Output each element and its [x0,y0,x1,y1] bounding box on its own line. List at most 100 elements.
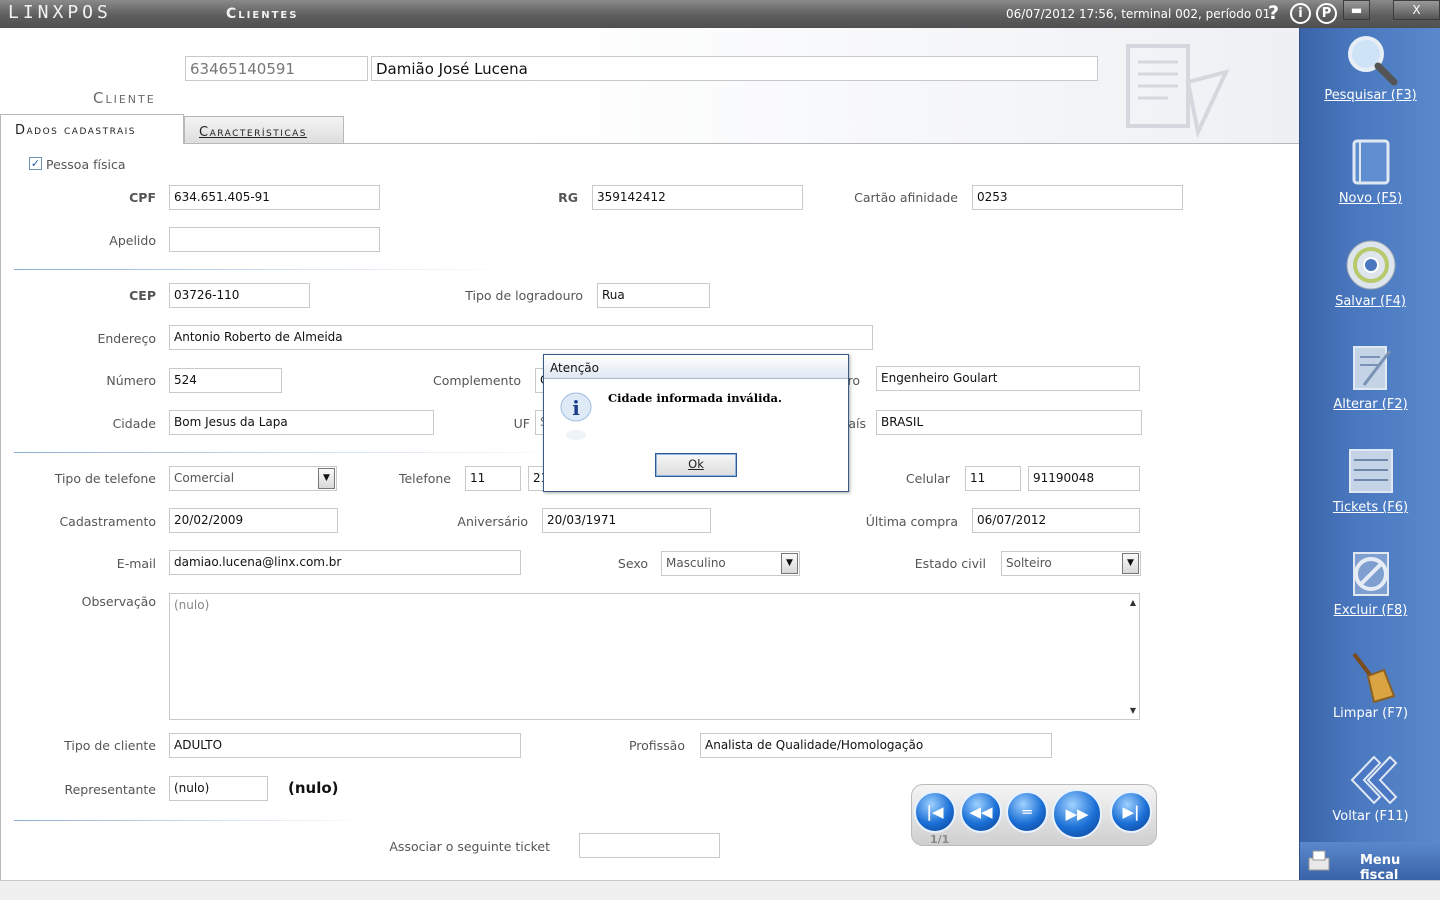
section-separator [14,820,374,821]
close-button[interactable]: X [1393,0,1440,20]
apelido-label: Apelido [109,233,156,248]
novo-button[interactable]: Novo (F5) [1300,131,1440,231]
cliente-name-field[interactable]: Damião José Lucena [371,56,1098,81]
telefone-label: Telefone [398,471,451,486]
ticket-field[interactable] [579,833,720,858]
first-record-icon[interactable]: |◀ [914,791,956,833]
ultima-compra-field[interactable]: 06/07/2012 [972,508,1140,533]
sexo-value: Masculino [666,556,726,570]
cliente-code-field[interactable]: 63465140591 [185,56,368,81]
tickets-button[interactable]: Tickets (F6) [1300,440,1440,540]
cep-field[interactable]: 03726-110 [169,283,310,308]
email-field[interactable]: damiao.lucena@linx.com.br [169,550,521,575]
pesquisar-button[interactable]: Pesquisar (F3) [1300,28,1440,128]
info-icon[interactable]: i [1290,3,1311,24]
cartao-afinidade-field[interactable]: 0253 [972,185,1183,210]
alterar-button[interactable]: Alterar (F2) [1300,337,1440,437]
record-navigation: |◀ ◀◀ ═ ▶▶ ▶| 1/1 [911,784,1157,846]
cartao-afinidade-label: Cartão afinidade [854,190,958,205]
minimize-button[interactable]: ▬ [1343,0,1370,20]
cpf-label: CPF [129,190,156,205]
bairro-field[interactable]: Engenheiro Goulart [876,366,1140,391]
profissao-field[interactable]: Analista de Qualidade/Homologação [700,733,1052,758]
equals-icon[interactable]: ═ [1006,791,1048,833]
cep-label: CEP [129,288,156,303]
telefone-ddd-field[interactable]: 11 [465,466,521,491]
rg-field[interactable]: 359142412 [592,185,803,210]
chevron-down-icon[interactable]: ▼ [318,468,335,489]
broom-icon [1352,652,1396,704]
tab-caracteristicas[interactable]: Características [184,116,344,146]
tab-dados-cadastrais[interactable]: Dados cadastrais [0,114,184,144]
pessoa-fisica-checkbox[interactable]: ✓ [29,157,42,170]
tipo-cliente-field[interactable]: ADULTO [169,733,521,758]
representante-field[interactable]: (nulo) [169,776,268,801]
pais-field[interactable]: BRASIL [876,410,1142,435]
printer-icon [1308,850,1330,871]
previous-record-icon[interactable]: ◀◀ [960,791,1002,833]
section-separator [14,269,514,270]
title-bar: LINXPOS Clientes 06/07/2012 17:56, termi… [0,0,1440,28]
action-sidebar: Pesquisar (F3) Novo (F5) Salvar (F4) Alt… [1299,28,1440,883]
menu-fiscal-button[interactable]: Menu fiscal [1300,842,1440,883]
ultima-compra-label: Última compra [865,514,958,529]
sexo-select[interactable]: Masculino ▼ [661,551,800,576]
status-strip [0,880,1440,900]
cadastramento-field[interactable]: 20/02/2009 [169,508,338,533]
menu-fiscal-label: Menu fiscal [1360,853,1401,883]
ok-button[interactable]: Ok [655,453,737,477]
aniversario-label: Aniversário [457,514,528,529]
chevron-down-icon[interactable]: ▼ [781,553,798,574]
observacao-textarea[interactable]: (nulo) ▲ ▼ [169,593,1140,720]
scroll-up-icon[interactable]: ▲ [1130,598,1136,607]
celular-label: Celular [905,471,950,486]
last-record-icon[interactable]: ▶| [1110,791,1152,833]
cidade-label: Cidade [112,416,156,431]
screen-title: Clientes [226,6,299,22]
excluir-button[interactable]: Excluir (F8) [1300,543,1440,643]
celular-ddd-field[interactable]: 11 [965,466,1021,491]
scroll-down-icon[interactable]: ▼ [1130,706,1136,715]
delete-icon [1353,552,1389,596]
limpar-label: Limpar (F7) [1332,706,1409,721]
profissao-label: Profissão [628,738,685,753]
tipo-telefone-label: Tipo de telefone [54,471,156,486]
svg-text:i: i [572,396,580,420]
ticket-label: Associar o seguinte ticket [389,839,550,854]
cidade-field[interactable]: Bom Jesus da Lapa [169,410,434,435]
voltar-button[interactable]: Voltar (F11) [1300,749,1440,849]
status-text: 06/07/2012 17:56, terminal 002, período … [1006,7,1275,21]
tipo-telefone-select[interactable]: Comercial ▼ [169,466,337,491]
tickets-label: Tickets (F6) [1332,500,1409,515]
dialog-title: Atenção [544,355,848,379]
chevron-down-icon[interactable]: ▼ [1122,553,1139,574]
rg-label: RG [558,190,578,205]
tickets-icon [1349,449,1393,493]
estado-civil-select[interactable]: Solteiro ▼ [1001,551,1141,576]
observacao-value: (nulo) [174,598,210,612]
tipo-logradouro-field[interactable]: Rua [597,283,710,308]
limpar-button[interactable]: Limpar (F7) [1300,646,1440,746]
representante-name: (nulo) [288,779,339,797]
aniversario-field[interactable]: 20/03/1971 [542,508,711,533]
next-record-icon[interactable]: ▶▶ [1052,789,1102,839]
disc-icon [1346,240,1396,290]
celular-numero-field[interactable]: 91190048 [1028,466,1140,491]
apelido-field[interactable] [169,227,380,252]
p-icon[interactable]: P [1316,3,1337,24]
alterar-label: Alterar (F2) [1333,397,1408,412]
cpf-field[interactable]: 634.651.405-91 [169,185,380,210]
uf-label: UF [513,416,530,431]
endereco-field[interactable]: Antonio Roberto de Almeida [169,325,873,350]
numero-field[interactable]: 524 [169,368,282,393]
salvar-button[interactable]: Salvar (F4) [1300,234,1440,334]
voltar-label: Voltar (F11) [1332,809,1409,824]
app-logo: LINXPOS [8,2,112,23]
complemento-label: Complemento [433,373,521,388]
dialog-message: Cidade informada inválida. [608,391,782,405]
pessoa-fisica-label: Pessoa física [46,157,126,172]
tab-divider [184,143,1299,144]
help-icon[interactable]: ? [1268,2,1279,24]
endereco-label: Endereço [97,331,156,346]
salvar-label: Salvar (F4) [1335,294,1406,309]
